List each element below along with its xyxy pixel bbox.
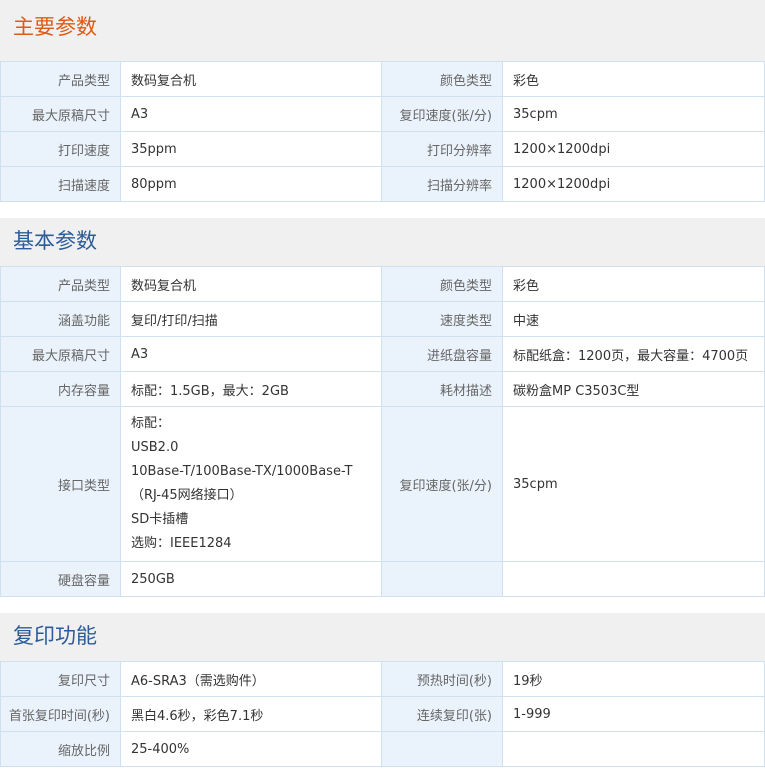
- param-label: 缩放比例: [0, 731, 121, 767]
- param-label: 产品类型: [0, 266, 121, 302]
- section-header-copy-function: 复印功能: [0, 613, 765, 662]
- interface-line: 10Base-T/100Base-TX/1000Base-T: [131, 464, 353, 479]
- param-value: 标配：1.5GB，最大：2GB: [120, 371, 382, 407]
- param-label: 复印尺寸: [0, 661, 121, 697]
- param-label: 扫描速度: [0, 166, 121, 202]
- param-value: 250GB: [120, 561, 382, 597]
- param-label: 耗材描述: [381, 371, 503, 407]
- table-row: 扫描速度 80ppm 扫描分辨率 1200×1200dpi: [0, 166, 765, 202]
- param-value: 35cpm: [502, 96, 765, 132]
- param-value: 黑白4.6秒，彩色7.1秒: [120, 696, 382, 732]
- param-value: A6-SRA3（需选购件）: [120, 661, 382, 697]
- param-value: A3: [120, 96, 382, 132]
- param-value: 彩色: [502, 61, 765, 97]
- param-label: 进纸盘容量: [381, 336, 503, 372]
- param-value: 1200×1200dpi: [502, 166, 765, 202]
- param-label: 涵盖功能: [0, 301, 121, 337]
- param-label: 扫描分辨率: [381, 166, 503, 202]
- param-value: 80ppm: [120, 166, 382, 202]
- param-value-empty: [502, 561, 765, 597]
- section-title-main-params: 主要参数: [13, 15, 97, 39]
- table-row: 产品类型 数码复合机 颜色类型 彩色: [0, 61, 765, 97]
- table-row: 最大原稿尺寸 A3 进纸盘容量 标配纸盒：1200页，最大容量：4700页: [0, 336, 765, 372]
- param-label: 颜色类型: [381, 61, 503, 97]
- param-value: 25-400%: [120, 731, 382, 767]
- param-label: 打印速度: [0, 131, 121, 167]
- param-label: 打印分辨率: [381, 131, 503, 167]
- param-label: 首张复印时间(秒): [0, 696, 121, 732]
- table-row: 内存容量 标配：1.5GB，最大：2GB 耗材描述 碳粉盒MP C3503C型: [0, 371, 765, 407]
- param-value: 复印/打印/扫描: [120, 301, 382, 337]
- param-value: A3: [120, 336, 382, 372]
- param-value: 35ppm: [120, 131, 382, 167]
- table-row: 接口类型 标配： USB2.0 10Base-T/100Base-TX/1000…: [0, 406, 765, 562]
- param-label: 内存容量: [0, 371, 121, 407]
- table-row: 打印速度 35ppm 打印分辨率 1200×1200dpi: [0, 131, 765, 167]
- param-value-empty: [502, 731, 765, 767]
- param-value: 彩色: [502, 266, 765, 302]
- spec-table-basic-params: 产品类型 数码复合机 颜色类型 彩色 涵盖功能 复印/打印/扫描 速度类型 中速…: [0, 266, 765, 597]
- param-label: 接口类型: [0, 406, 121, 562]
- table-row: 缩放比例 25-400%: [0, 731, 765, 767]
- param-value: 1200×1200dpi: [502, 131, 765, 167]
- interface-line: SD卡插槽: [131, 512, 189, 527]
- interface-line: 标配：: [131, 416, 171, 431]
- param-value: 碳粉盒MP C3503C型: [502, 371, 765, 407]
- table-row: 产品类型 数码复合机 颜色类型 彩色: [0, 266, 765, 302]
- param-value: 标配纸盒：1200页，最大容量：4700页: [502, 336, 765, 372]
- table-row: 复印尺寸 A6-SRA3（需选购件） 预热时间(秒) 19秒: [0, 661, 765, 697]
- param-value: 1-999: [502, 696, 765, 732]
- param-label: 速度类型: [381, 301, 503, 337]
- param-value: 35cpm: [502, 406, 765, 562]
- param-label: 连续复印(张): [381, 696, 503, 732]
- interface-line: USB2.0: [131, 440, 179, 455]
- spec-table-main-params: 产品类型 数码复合机 颜色类型 彩色 最大原稿尺寸 A3 复印速度(张/分) 3…: [0, 61, 765, 202]
- param-value: 数码复合机: [120, 266, 382, 302]
- param-label: 颜色类型: [381, 266, 503, 302]
- table-row: 最大原稿尺寸 A3 复印速度(张/分) 35cpm: [0, 96, 765, 132]
- param-label: 最大原稿尺寸: [0, 96, 121, 132]
- section-title-basic-params: 基本参数: [13, 229, 97, 253]
- param-label-empty: [381, 731, 503, 767]
- param-value: 数码复合机: [120, 61, 382, 97]
- param-value: 中速: [502, 301, 765, 337]
- spec-table-copy-function: 复印尺寸 A6-SRA3（需选购件） 预热时间(秒) 19秒 首张复印时间(秒)…: [0, 661, 765, 767]
- param-value: 19秒: [502, 661, 765, 697]
- section-title-copy-function: 复印功能: [13, 624, 97, 648]
- table-row: 首张复印时间(秒) 黑白4.6秒，彩色7.1秒 连续复印(张) 1-999: [0, 696, 765, 732]
- interface-line: （RJ-45网络接口）: [131, 488, 243, 503]
- table-row: 涵盖功能 复印/打印/扫描 速度类型 中速: [0, 301, 765, 337]
- param-value-multiline: 标配： USB2.0 10Base-T/100Base-TX/1000Base-…: [120, 406, 382, 562]
- param-label: 硬盘容量: [0, 561, 121, 597]
- section-header-basic-params: 基本参数: [0, 218, 765, 267]
- param-label: 复印速度(张/分): [381, 96, 503, 132]
- param-label: 最大原稿尺寸: [0, 336, 121, 372]
- param-label: 预热时间(秒): [381, 661, 503, 697]
- param-label: 产品类型: [0, 61, 121, 97]
- table-row: 硬盘容量 250GB: [0, 561, 765, 597]
- param-label-empty: [381, 561, 503, 597]
- param-label: 复印速度(张/分): [381, 406, 503, 562]
- interface-line: 选购：IEEE1284: [131, 536, 232, 551]
- section-header-main-params: 主要参数: [0, 0, 765, 62]
